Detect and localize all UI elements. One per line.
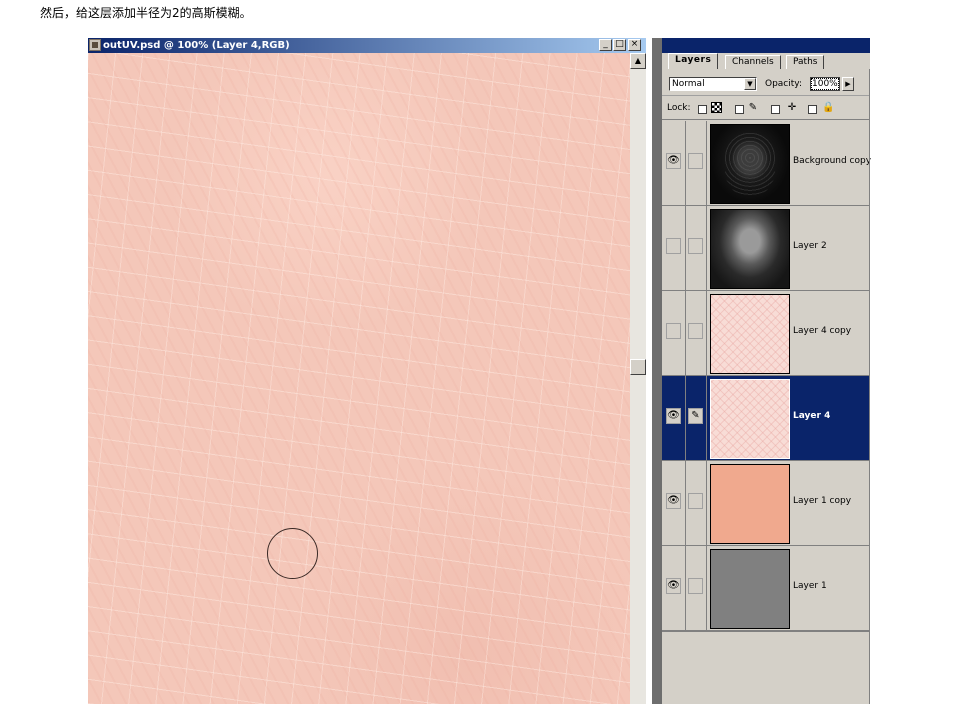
brush-icon: ✎ <box>748 102 758 113</box>
close-button[interactable]: × <box>628 39 641 51</box>
column-divider <box>706 206 707 291</box>
opacity-input[interactable]: 100% <box>810 77 840 91</box>
layer-name[interactable]: Layer 1 <box>793 580 827 592</box>
layer-row-layer-4-copy[interactable]: Layer 4 copy <box>662 291 870 376</box>
layer-name[interactable]: Layer 2 <box>793 240 827 252</box>
tab-paths[interactable]: Paths <box>786 55 825 69</box>
link-toggle[interactable] <box>688 323 703 339</box>
layer-row-layer-2[interactable]: Layer 2 <box>662 206 870 291</box>
column-divider <box>706 121 707 206</box>
palette-empty-area <box>662 631 870 704</box>
instruction-caption: 然后，给这层添加半径为2的高斯模糊。 <box>40 6 252 20</box>
eye-icon: 👁 <box>667 580 680 591</box>
column-divider <box>685 121 686 206</box>
column-divider <box>706 376 707 461</box>
image-canvas[interactable] <box>88 53 630 704</box>
tab-channels[interactable]: Channels <box>725 55 781 69</box>
link-toggle[interactable] <box>688 578 703 594</box>
transparency-lock-icon <box>711 102 722 113</box>
visibility-toggle[interactable] <box>666 323 681 339</box>
lock-icon: 🔒 <box>822 102 835 113</box>
layers-list: 👁 Background copy Layer 2 Layer 4 copy 👁 <box>662 121 871 631</box>
opacity-label: Opacity: <box>765 79 802 89</box>
layer-row-layer-1-copy[interactable]: 👁 Layer 1 copy <box>662 461 870 546</box>
column-divider <box>685 461 686 546</box>
column-divider <box>685 206 686 291</box>
maximize-button[interactable]: □ <box>613 39 626 51</box>
tab-layers[interactable]: Layers <box>668 53 719 69</box>
document-titlebar[interactable]: outUV.psd @ 100% (Layer 4,RGB) _ □ × <box>88 38 646 53</box>
column-divider <box>706 546 707 631</box>
blend-mode-value: Normal <box>672 79 705 89</box>
scroll-thumb[interactable] <box>630 359 646 375</box>
link-toggle[interactable] <box>688 238 703 254</box>
palette-edge <box>869 69 870 704</box>
opacity-slider-arrow-icon[interactable]: ▶ <box>842 77 854 91</box>
lock-transparency-checkbox[interactable] <box>698 105 707 114</box>
visibility-toggle[interactable] <box>666 238 681 254</box>
layer-name[interactable]: Layer 4 <box>793 410 830 422</box>
scroll-up-button[interactable]: ▲ <box>630 53 646 69</box>
photoshop-document-icon <box>89 39 101 51</box>
move-icon: ✛ <box>787 102 797 113</box>
palette-tabs: Layers Channels Paths <box>662 53 870 69</box>
link-toggle[interactable]: ✎ <box>688 408 703 424</box>
layer-name[interactable]: Layer 1 copy <box>793 495 851 507</box>
visibility-toggle[interactable]: 👁 <box>666 493 681 509</box>
eye-icon: 👁 <box>667 495 680 506</box>
paintbrush-icon: ✎ <box>691 410 700 421</box>
visibility-toggle[interactable]: 👁 <box>666 578 681 594</box>
brush-cursor-circle <box>267 528 318 579</box>
lock-all-checkbox[interactable] <box>808 105 817 114</box>
chevron-down-icon[interactable]: ▼ <box>744 78 756 90</box>
blend-mode-select[interactable]: Normal ▼ <box>669 77 757 91</box>
vertical-scrollbar[interactable]: ▲ <box>630 53 646 704</box>
lock-image-checkbox[interactable] <box>735 105 744 114</box>
layer-row-layer-1[interactable]: 👁 Layer 1 <box>662 546 870 631</box>
layer-thumbnail[interactable] <box>710 124 790 204</box>
eye-icon: 👁 <box>667 155 680 166</box>
layer-name[interactable]: Layer 4 copy <box>793 325 851 337</box>
layer-thumbnail[interactable] <box>710 209 790 289</box>
layer-thumbnail[interactable] <box>710 549 790 629</box>
visibility-toggle[interactable]: 👁 <box>666 153 681 169</box>
workspace-background <box>652 38 662 704</box>
visibility-toggle[interactable]: 👁 <box>666 408 681 424</box>
layer-thumbnail[interactable] <box>710 379 790 459</box>
column-divider <box>685 291 686 376</box>
opacity-value: 100% <box>811 78 839 90</box>
eye-icon: 👁 <box>667 410 680 421</box>
column-divider <box>706 461 707 546</box>
link-toggle[interactable] <box>688 153 703 169</box>
layer-row-background-copy[interactable]: 👁 Background copy <box>662 121 871 206</box>
document-window: outUV.psd @ 100% (Layer 4,RGB) _ □ × ▲ <box>88 38 646 704</box>
layer-row-layer-4[interactable]: 👁 ✎ Layer 4 <box>662 376 870 461</box>
lock-label: Lock: <box>667 103 691 113</box>
layer-name[interactable]: Background copy <box>793 155 871 167</box>
column-divider <box>685 376 686 461</box>
layer-thumbnail[interactable] <box>710 294 790 374</box>
blend-row: Normal ▼ Opacity: 100% ▶ <box>662 72 870 96</box>
layers-palette: Layers Channels Paths Normal ▼ Opacity: … <box>662 38 871 704</box>
lock-position-checkbox[interactable] <box>771 105 780 114</box>
link-toggle[interactable] <box>688 493 703 509</box>
lock-row: Lock: ✎ ✛ 🔒 <box>662 96 870 120</box>
document-title: outUV.psd @ 100% (Layer 4,RGB) <box>103 40 290 51</box>
palette-titlebar[interactable] <box>662 38 870 53</box>
column-divider <box>706 291 707 376</box>
column-divider <box>685 546 686 631</box>
minimize-button[interactable]: _ <box>599 39 612 51</box>
layer-thumbnail[interactable] <box>710 464 790 544</box>
